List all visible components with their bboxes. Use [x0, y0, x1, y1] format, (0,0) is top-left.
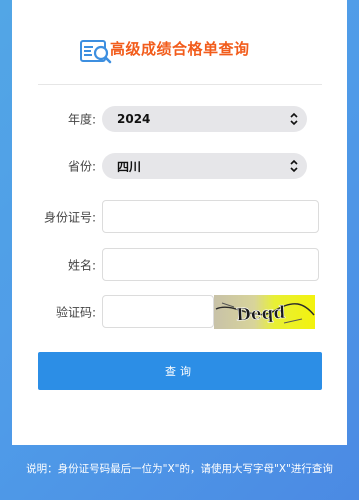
id-number-label: 身份证号:: [43, 210, 96, 224]
id-number-input[interactable]: [102, 200, 319, 233]
header: 高级成绩合格单查询: [12, 0, 347, 84]
province-select[interactable]: 四川: [102, 153, 307, 179]
year-row: 年度: 2024: [12, 106, 347, 132]
province-label: 省份:: [67, 159, 96, 174]
name-label: 姓名:: [67, 258, 96, 272]
query-card: 高级成绩合格单查询 年度: 2024 省份: 四川 身份证号: 姓名: 验证码:…: [12, 0, 347, 445]
year-select[interactable]: 2024: [102, 106, 307, 132]
province-row: 省份: 四川: [12, 153, 347, 179]
page-title: 高级成绩合格单查询: [110, 40, 250, 58]
name-input[interactable]: [102, 248, 319, 281]
header-divider: [38, 84, 322, 85]
captcha-input[interactable]: [102, 295, 214, 328]
year-label: 年度:: [67, 112, 96, 127]
up-down-chevron-icon: [290, 112, 298, 126]
name-row: 姓名:: [12, 248, 347, 281]
year-select-value: 2024: [117, 112, 151, 126]
id-number-row: 身份证号:: [12, 200, 347, 233]
captcha-label: 验证码:: [55, 305, 96, 320]
province-select-value: 四川: [117, 159, 142, 174]
captcha-text: Deqd: [236, 303, 286, 326]
captcha-row: 验证码: Deqd: [12, 295, 347, 329]
captcha-image[interactable]: Deqd: [214, 295, 315, 329]
up-down-chevron-icon: [290, 159, 298, 173]
query-button[interactable]: 查询: [38, 352, 322, 390]
instruction-note: 说明：身份证号码最后一位为"X"的，请使用大写字母"X"进行查询: [26, 463, 333, 475]
captcha-graphic: Deqd: [215, 302, 315, 326]
